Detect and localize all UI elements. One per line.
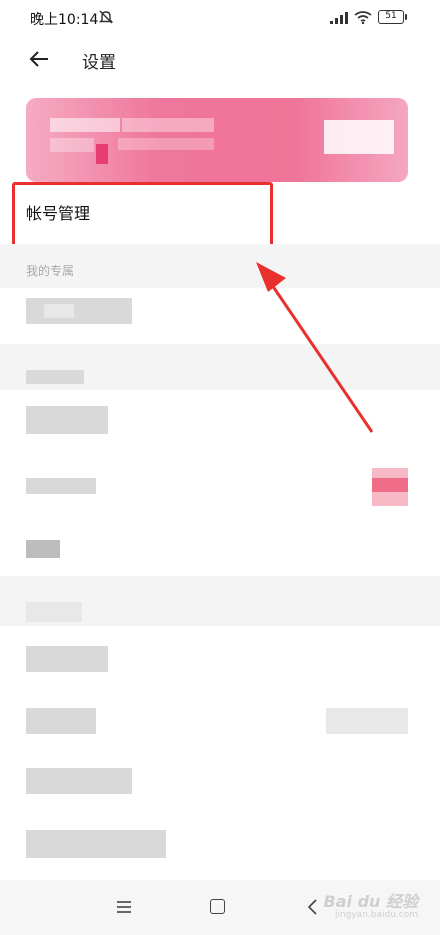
section-label-blurred — [26, 370, 84, 384]
back-icon[interactable] — [306, 898, 318, 916]
wifi-icon — [354, 11, 372, 24]
list-item[interactable] — [26, 406, 108, 434]
watermark-text: Bai du 经验 — [323, 892, 418, 911]
list-item[interactable] — [26, 830, 166, 858]
list-item-value — [326, 708, 408, 734]
header: 设置 — [0, 36, 440, 82]
list-item[interactable] — [26, 708, 96, 734]
watermark-url: jingyan.baidu.com — [334, 910, 418, 920]
list-item-detail — [44, 304, 74, 318]
status-time: 晚上10:14 — [30, 12, 99, 28]
badge-blurred-core — [372, 478, 408, 492]
list-item[interactable] — [26, 298, 132, 324]
section-label-exclusive: 我的专属 — [26, 264, 75, 278]
signal-icon — [330, 12, 348, 24]
status-bar: 晚上10:14 51 — [0, 0, 440, 36]
section-label-blurred — [26, 602, 82, 622]
home-icon[interactable] — [210, 899, 225, 914]
profile-card[interactable] — [26, 98, 408, 182]
arrow-left-icon[interactable] — [28, 48, 50, 70]
list-item[interactable] — [26, 540, 60, 558]
account-management-label: 帐号管理 — [26, 204, 91, 223]
bell-off-icon — [98, 10, 114, 24]
list-item[interactable] — [26, 646, 108, 672]
page-title: 设置 — [82, 53, 116, 73]
list-item[interactable] — [26, 478, 96, 494]
menu-icon[interactable] — [116, 900, 132, 914]
list-item[interactable] — [26, 768, 132, 794]
system-nav-bar: Bai du 经验 jingyan.baidu.com — [0, 880, 440, 935]
battery-icon: 51 — [378, 10, 407, 24]
